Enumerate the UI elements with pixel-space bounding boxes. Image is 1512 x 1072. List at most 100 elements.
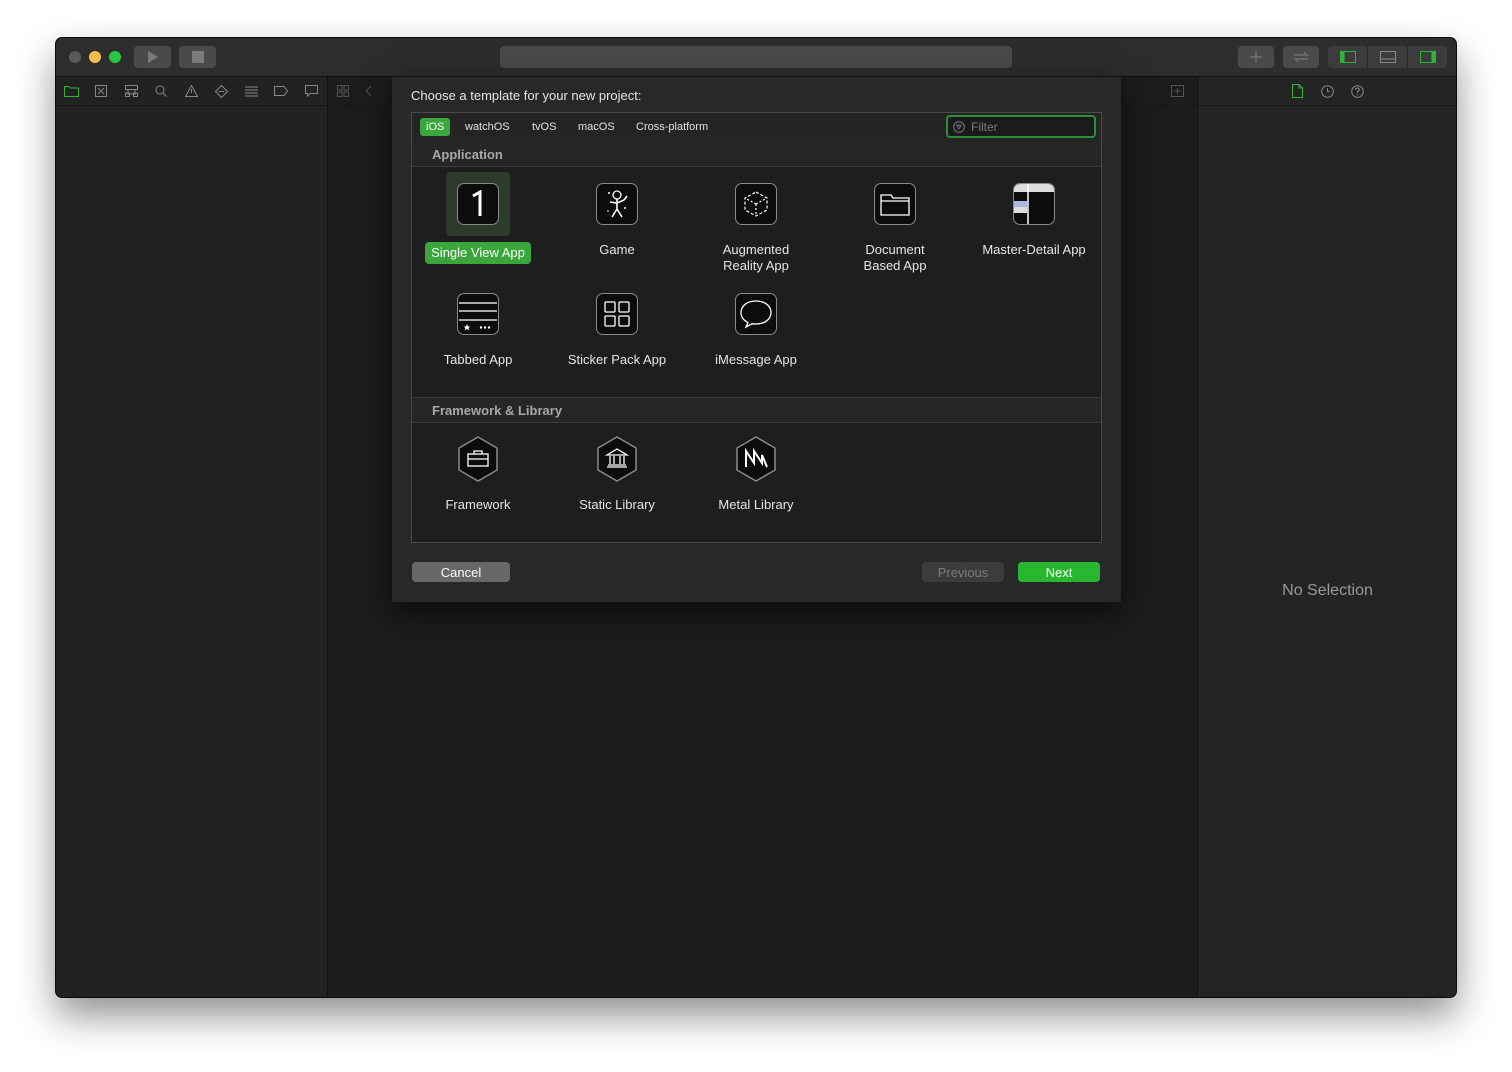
- inspector-selector-bar: [1198, 77, 1456, 106]
- quick-help-inspector-tab[interactable]: [1349, 82, 1367, 100]
- toggle-debug-area-button[interactable]: [1368, 46, 1408, 68]
- next-button[interactable]: Next: [1018, 562, 1100, 582]
- template-augmented-reality-app[interactable]: Augmented Reality App: [690, 172, 822, 274]
- activity-viewer: [500, 46, 1012, 68]
- template-chooser-sheet: Choose a template for your new project: …: [391, 76, 1122, 603]
- template-icon-frame: [446, 282, 510, 346]
- template-label: Metal Library: [718, 497, 794, 512]
- section-header-framework-library: Framework & Library: [412, 397, 1101, 423]
- template-label: iMessage App: [715, 352, 797, 367]
- breakpoint-navigator-tab[interactable]: [266, 77, 296, 105]
- file-inspector-tab[interactable]: [1289, 82, 1307, 100]
- static-library-icon: [597, 436, 637, 482]
- source-control-icon: [95, 85, 107, 97]
- metal-library-icon: [736, 436, 776, 482]
- code-review-button[interactable]: [1283, 46, 1319, 68]
- list-icon: [244, 86, 258, 96]
- toggle-navigator-button[interactable]: [1328, 46, 1368, 68]
- symbol-navigator-tab[interactable]: [116, 77, 146, 105]
- tab-macos[interactable]: macOS: [572, 118, 621, 136]
- template-icon-frame: [724, 427, 788, 491]
- back-chevron-icon[interactable]: [364, 85, 372, 97]
- filter-icon: [953, 120, 965, 133]
- find-navigator-tab[interactable]: [146, 77, 176, 105]
- no-selection-text: No Selection: [1282, 582, 1373, 599]
- history-inspector-tab[interactable]: [1319, 82, 1337, 100]
- previous-button[interactable]: Previous: [922, 562, 1004, 582]
- template-game[interactable]: Game: [551, 172, 683, 258]
- navigator-selector-bar: [56, 77, 327, 106]
- breakpoint-icon: [274, 86, 288, 96]
- title-bar: [56, 38, 1456, 77]
- report-navigator-tab[interactable]: [296, 77, 326, 105]
- template-metal-library[interactable]: Metal Library: [690, 427, 822, 513]
- template-tabbed-app[interactable]: Tabbed App: [412, 282, 544, 368]
- template-icon-frame: [446, 427, 510, 491]
- add-editor-icon[interactable]: [1171, 85, 1184, 97]
- template-framework[interactable]: Framework: [412, 427, 544, 513]
- template-icon-frame: [585, 172, 649, 236]
- template-icon-frame: [446, 172, 510, 236]
- template-label: Tabbed App: [443, 352, 513, 367]
- template-label: Augmented Reality App: [722, 242, 790, 273]
- template-document-based-app[interactable]: Document Based App: [829, 172, 961, 274]
- tabbed-icon: [457, 293, 499, 335]
- filter-field: [946, 115, 1096, 138]
- template-sticker-pack-app[interactable]: Sticker Pack App: [551, 282, 683, 368]
- template-imessage-app[interactable]: iMessage App: [690, 282, 822, 368]
- template-label: Framework: [445, 497, 511, 512]
- ar-icon: [735, 183, 777, 225]
- navigator-area: [56, 77, 328, 997]
- plus-icon: [1250, 51, 1262, 63]
- tab-tvos[interactable]: tvOS: [526, 118, 562, 136]
- help-icon: [1351, 84, 1364, 98]
- run-button[interactable]: [134, 46, 171, 68]
- template-icon-frame: [724, 282, 788, 346]
- folder-icon: [63, 86, 79, 97]
- hierarchy-icon: [124, 85, 138, 97]
- folder-icon: [874, 183, 916, 225]
- template-single-view-app[interactable]: Single View App: [412, 172, 544, 264]
- message-bubble-icon: [735, 293, 777, 335]
- source-control-navigator-tab[interactable]: [86, 77, 116, 105]
- sheet-title: Choose a template for your new project:: [411, 88, 642, 103]
- minimize-window-button[interactable]: [89, 51, 101, 63]
- bottom-panel-icon: [1379, 51, 1396, 63]
- search-icon: [155, 85, 167, 97]
- debug-navigator-tab[interactable]: [236, 77, 266, 105]
- sticker-grid-icon: [596, 293, 638, 335]
- tab-watchos[interactable]: watchOS: [459, 118, 516, 136]
- test-navigator-tab[interactable]: [206, 77, 236, 105]
- inspector-area: No Selection: [1197, 77, 1456, 997]
- template-icon-frame: [585, 282, 649, 346]
- panel-toggle-group: [1328, 46, 1447, 68]
- template-label: Static Library: [579, 497, 655, 512]
- filter-input[interactable]: [969, 118, 1083, 135]
- clock-icon: [1321, 84, 1334, 98]
- project-navigator-tab[interactable]: [56, 77, 86, 105]
- stop-button[interactable]: [179, 46, 216, 68]
- zoom-window-button[interactable]: [109, 51, 121, 63]
- toggle-inspector-button[interactable]: [1408, 46, 1447, 68]
- master-detail-icon: [1013, 183, 1055, 225]
- right-panel-icon: [1419, 51, 1436, 63]
- issue-navigator-tab[interactable]: [176, 77, 206, 105]
- diamond-icon: [214, 84, 228, 98]
- cancel-button[interactable]: Cancel: [412, 562, 510, 582]
- speech-bubble-icon: [304, 85, 318, 97]
- related-items-icon[interactable]: [337, 85, 349, 97]
- warning-icon: [184, 85, 198, 97]
- template-icon-frame: [1002, 172, 1066, 236]
- tab-cross-platform[interactable]: Cross-platform: [630, 118, 714, 136]
- template-label: Single View App: [425, 242, 531, 264]
- template-icon-frame: [863, 172, 927, 236]
- framework-icon: [458, 436, 498, 482]
- template-panel: iOS watchOS tvOS macOS Cross-platform Ap…: [411, 112, 1102, 543]
- play-icon: [147, 51, 158, 63]
- tab-ios[interactable]: iOS: [420, 118, 451, 136]
- library-button[interactable]: [1238, 46, 1274, 68]
- template-static-library[interactable]: Static Library: [551, 427, 683, 513]
- template-master-detail-app[interactable]: Master-Detail App: [968, 172, 1100, 258]
- stop-icon: [191, 51, 204, 63]
- close-window-button[interactable]: [69, 51, 81, 63]
